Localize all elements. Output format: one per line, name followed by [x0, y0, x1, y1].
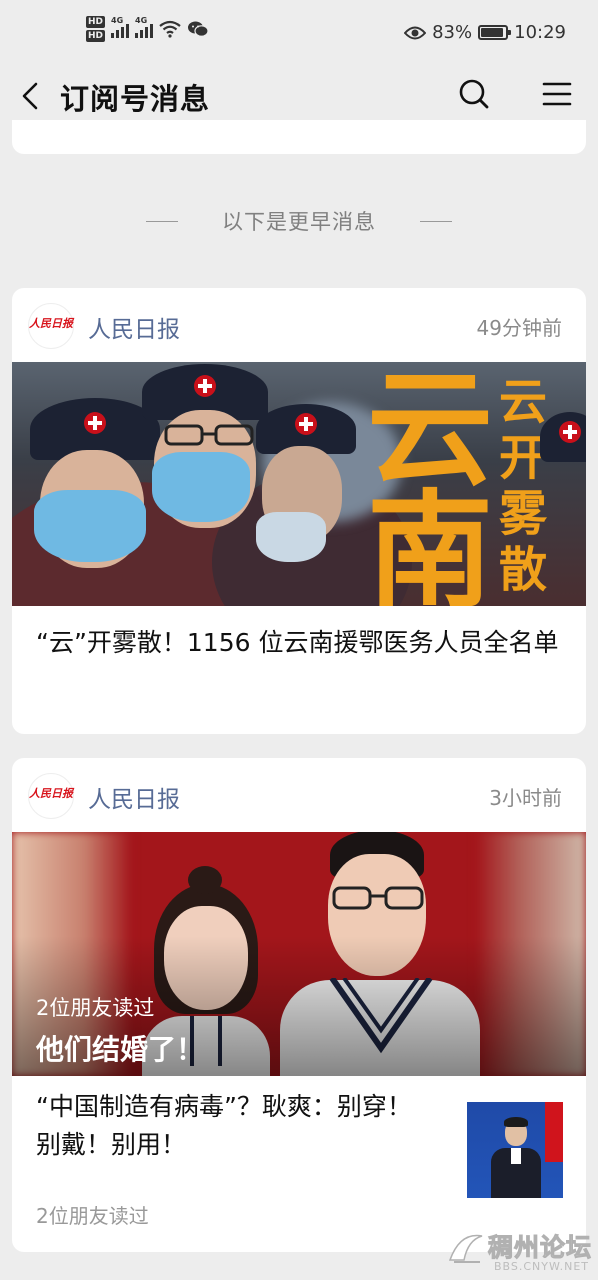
logo-text: 人民日报 — [29, 317, 73, 330]
signal-icon-2: 4G — [135, 16, 154, 38]
red-cross-icon — [559, 421, 581, 443]
thumb-collar — [511, 1148, 521, 1164]
search-icon[interactable] — [456, 76, 492, 112]
wechat-icon — [188, 21, 209, 37]
red-cross-icon — [295, 413, 317, 435]
cover-side-text: 云开雾散 — [498, 374, 547, 598]
article-list-item[interactable]: “中国制造有病毒”？耿爽：别穿！别戴！别用！ 2位朋友读过 — [12, 1076, 586, 1236]
clock: 10:29 — [514, 22, 566, 43]
network-type-2: 4G — [135, 16, 148, 25]
battery-fill — [481, 28, 503, 37]
cover-image[interactable]: 云南 云开雾散 — [12, 362, 586, 606]
flag-shape — [545, 1102, 563, 1162]
friends-read-overlay: 2位朋友读过 — [36, 996, 155, 1020]
divider-text: 以下是更早消息 — [222, 210, 376, 234]
page-title: 订阅号消息 — [60, 82, 211, 116]
status-right: 83% 10:29 — [404, 22, 566, 43]
earlier-messages-divider: 以下是更早消息 — [0, 204, 598, 238]
cover-headline[interactable]: 他们结婚了！ — [36, 1028, 204, 1068]
status-bar: HD HD 4G 4G 83% 10:29 — [0, 0, 598, 68]
mask-shape — [256, 512, 326, 562]
card-header: 人民日报 人民日报 49分钟前 — [12, 288, 586, 362]
wifi-icon — [159, 20, 181, 38]
cover-image[interactable]: 2位朋友读过 他们结婚了！ — [12, 832, 586, 1076]
friends-read-count: 2位朋友读过 — [36, 1204, 149, 1228]
mask-shape — [152, 452, 250, 522]
battery-percent: 83% — [432, 22, 473, 43]
glasses-shape — [332, 886, 424, 910]
red-cross-icon — [194, 375, 216, 398]
article-thumbnail[interactable] — [467, 1102, 563, 1198]
article-title[interactable]: “中国制造有病毒”？耿爽：别穿！别戴！别用！ — [36, 1088, 436, 1164]
nav-bar: 订阅号消息 — [0, 68, 598, 124]
cover-big-text: 云南 — [346, 362, 493, 606]
card-header: 人民日报 人民日报 3小时前 — [12, 758, 586, 832]
watermark-subtitle: BBS.CNYW.NET — [494, 1260, 590, 1273]
watermark: 稠州论坛 BBS.CNYW.NET — [440, 1224, 598, 1280]
status-left: HD HD 4G 4G — [86, 16, 209, 42]
network-type-1: 4G — [111, 16, 124, 25]
watermark-title: 稠州论坛 — [487, 1233, 593, 1263]
mask-shape — [34, 490, 146, 562]
logo-subline — [51, 330, 52, 334]
previous-card[interactable] — [12, 120, 586, 154]
account-logo[interactable]: 人民日报 — [28, 773, 74, 819]
article-card[interactable]: 人民日报 人民日报 3小时前 2位朋友读过 他们结婚了！ “中国制造有病毒”？耿… — [12, 758, 586, 1252]
logo-subline — [51, 800, 52, 804]
account-logo[interactable]: 人民日报 — [28, 303, 74, 349]
eye-icon — [404, 26, 427, 39]
chevron-left-icon[interactable] — [16, 78, 48, 114]
hd-indicators: HD HD — [86, 16, 106, 42]
signal-icon-1: 4G — [111, 16, 130, 38]
red-cross-icon — [84, 411, 106, 434]
thumb-hair — [504, 1117, 528, 1127]
logo-text: 人民日报 — [29, 787, 73, 800]
forum-logo-icon — [448, 1234, 483, 1263]
glasses-shape — [164, 424, 254, 446]
account-name[interactable]: 人民日报 — [88, 310, 180, 344]
post-time: 3小时前 — [489, 786, 562, 810]
hd-badge-1: HD — [86, 16, 106, 28]
cap-shape — [540, 412, 586, 462]
hd-badge-2: HD — [86, 30, 106, 42]
article-card[interactable]: 人民日报 人民日报 49分钟前 云南 云开雾散 “云”开雾散！1156 位云南援… — [12, 288, 586, 734]
menu-icon[interactable] — [540, 76, 574, 112]
battery-icon — [478, 25, 512, 40]
article-title[interactable]: “云”开雾散！1156 位云南援鄂医务人员全名单 — [12, 606, 586, 662]
post-time: 49分钟前 — [476, 316, 562, 340]
divider-line-right — [420, 221, 452, 222]
account-name[interactable]: 人民日报 — [88, 780, 180, 814]
